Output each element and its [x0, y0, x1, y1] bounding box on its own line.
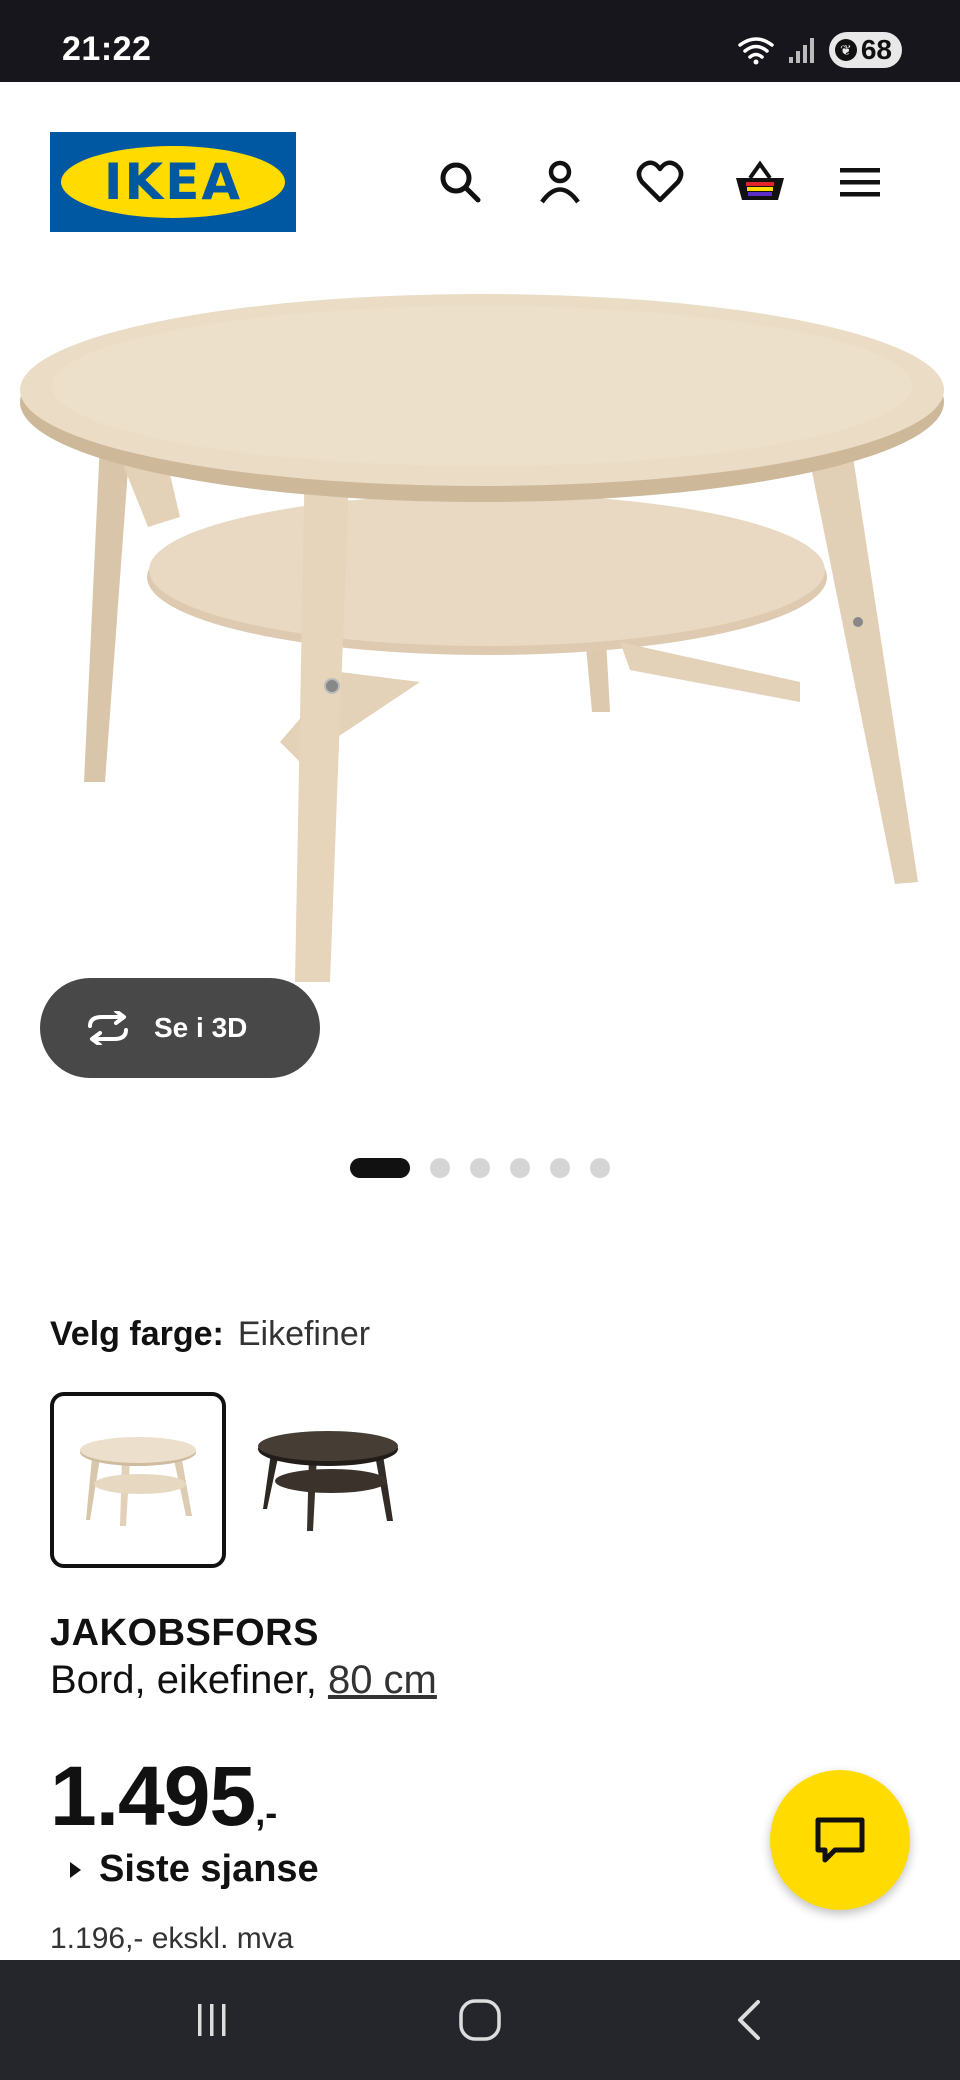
system-nav-bar [0, 1960, 960, 2080]
dark-brown-table-thumbnail [258, 1431, 398, 1531]
search-button[interactable] [428, 150, 492, 214]
color-label-title: Velg farge: [50, 1315, 224, 1353]
product-description-text: Bord, eikefiner, [50, 1658, 317, 1702]
menu-button[interactable] [828, 150, 892, 214]
menu-icon [840, 168, 880, 197]
ikea-logo[interactable]: IKEA [50, 132, 296, 232]
account-icon [540, 160, 580, 204]
view-3d-button[interactable]: Se i 3D [40, 978, 320, 1078]
color-label: Velg farge: Eikefiner [50, 1315, 370, 1354]
last-chance-toggle[interactable]: Siste sjanse [70, 1848, 319, 1891]
price-excluding-vat: 1.196,- ekskl. mva [50, 1922, 294, 1955]
recent-apps-button[interactable] [182, 1990, 242, 2050]
logo-oval: IKEA [61, 146, 285, 218]
signal-icon [788, 38, 814, 63]
recent-apps-icon [198, 2004, 226, 2036]
chat-button[interactable] [770, 1770, 910, 1910]
view-3d-label: Se i 3D [154, 1012, 248, 1043]
table-illustration [20, 294, 944, 982]
heart-icon [636, 160, 684, 203]
carousel-dot[interactable] [470, 1158, 490, 1178]
basket-button[interactable] [728, 150, 792, 214]
swatch-light-oak[interactable] [50, 1392, 226, 1568]
carousel-dot[interactable] [350, 1158, 410, 1178]
status-bar: 21:22 ❦ 68 [0, 0, 960, 82]
logo-text: IKEA [103, 153, 243, 211]
basket-icon [736, 160, 784, 200]
wifi-icon [738, 37, 774, 65]
carousel-dot[interactable] [550, 1158, 570, 1178]
status-icons: ❦ 68 [737, 30, 902, 70]
carousel-dot[interactable] [590, 1158, 610, 1178]
search-icon [440, 162, 481, 203]
favourites-button[interactable] [628, 150, 692, 214]
home-icon [459, 1999, 501, 2041]
battery-level: 68 [860, 34, 892, 65]
header: IKEA [0, 82, 960, 282]
carousel-dot[interactable] [510, 1158, 530, 1178]
size-link[interactable]: 80 cm [328, 1658, 437, 1702]
back-icon [738, 2000, 760, 2040]
chat-icon [815, 1817, 865, 1863]
carousel-dots [0, 1158, 960, 1178]
price-value: 1.495 [50, 1749, 256, 1843]
product-description: Bord, eikefiner, 80 cm [50, 1658, 437, 1703]
leaf-icon: ❦ [834, 39, 857, 61]
battery-icon: ❦ 68 [828, 32, 902, 68]
account-button[interactable] [528, 150, 592, 214]
status-time: 21:22 [62, 30, 152, 68]
light-oak-table-thumbnail [80, 1437, 196, 1526]
product-image[interactable] [0, 282, 960, 1002]
caret-right-icon [70, 1861, 81, 1878]
color-selected-value: Eikefiner [237, 1315, 371, 1353]
price: 1.495,- [50, 1748, 277, 1845]
home-button[interactable] [450, 1990, 510, 2050]
last-chance-label: Siste sjanse [99, 1848, 319, 1890]
back-button[interactable] [720, 1990, 780, 2050]
price-suffix: ,- [255, 1792, 278, 1833]
product-name: JAKOBSFORS [50, 1612, 319, 1654]
rotate-3d-icon [88, 1011, 128, 1045]
swatch-dark-brown[interactable] [240, 1392, 416, 1568]
carousel-dot[interactable] [430, 1158, 450, 1178]
